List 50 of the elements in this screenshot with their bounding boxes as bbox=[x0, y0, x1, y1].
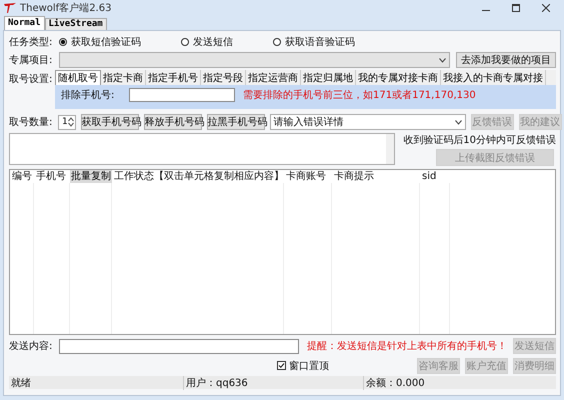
tab[interactable]: Normal bbox=[4, 16, 45, 30]
maximize-icon[interactable] bbox=[512, 4, 520, 12]
field-label: 任务类型: bbox=[9, 36, 53, 49]
tab[interactable]: 我的专属对接卡商 bbox=[356, 70, 441, 85]
column-header: 手机号 bbox=[35, 170, 67, 183]
action-button[interactable]: 拉黑手机号码 bbox=[206, 114, 265, 130]
tab[interactable]: 我接入的卡商专属对接 bbox=[441, 70, 546, 85]
note-text: 收到验证码后10分钟内可反馈错误 bbox=[403, 134, 556, 147]
hint-text: 需要排除的手机号前三位，如171或者171,170,130 bbox=[243, 88, 476, 102]
field-label: 取号设置: bbox=[9, 72, 53, 86]
tab[interactable]: LiveStream bbox=[44, 18, 107, 30]
spinner-arrows-icon bbox=[68, 117, 74, 127]
caret-icon bbox=[454, 120, 462, 124]
wolf-logo-icon bbox=[4, 3, 16, 13]
action-button[interactable]: 获取手机号码 bbox=[80, 114, 139, 130]
window-title: Thewolf客户端2.63 bbox=[20, 2, 112, 15]
radio-option[interactable]: 获取短信验证码 bbox=[59, 35, 141, 49]
status-text: 用户：qq636 bbox=[184, 376, 364, 390]
field-label: 排除手机号: bbox=[61, 88, 116, 102]
radio-option[interactable]: 发送短信 bbox=[181, 35, 233, 49]
copy-all-button[interactable]: 批量复制 bbox=[70, 170, 112, 183]
checkbox-icon[interactable] bbox=[277, 361, 286, 370]
radio-option[interactable]: 获取语音验证码 bbox=[273, 35, 355, 49]
quantity-spinner[interactable]: 1 bbox=[58, 114, 76, 130]
field-label: 取号数量: bbox=[9, 116, 53, 129]
close-icon[interactable] bbox=[542, 4, 550, 12]
tab[interactable]: 指定号段 bbox=[201, 70, 246, 85]
warning-text: 提醒：发送短信是针对上表中所有的手机号！ bbox=[307, 340, 507, 353]
action-button[interactable]: 释放手机号码 bbox=[144, 114, 202, 130]
error-dropdown[interactable]: 请输入错误详情 bbox=[270, 114, 466, 130]
field-label: 专属项目: bbox=[9, 54, 53, 67]
tab[interactable]: 指定卡商 bbox=[101, 70, 146, 85]
topmost-checkbox[interactable]: 窗口置顶 bbox=[277, 358, 329, 372]
field-label: 发送内容: bbox=[9, 340, 53, 353]
log-textarea[interactable] bbox=[9, 133, 395, 165]
tab[interactable]: 指定手机号 bbox=[146, 70, 201, 85]
tab[interactable]: 指定归属地 bbox=[301, 70, 356, 85]
column-header: 卡商账号 bbox=[285, 170, 327, 183]
status-text: 就绪 bbox=[9, 376, 184, 390]
scrollbar[interactable] bbox=[386, 134, 394, 164]
status-text: 余额：0.000 bbox=[365, 376, 425, 390]
caret-icon bbox=[439, 58, 446, 62]
column-header: sid bbox=[421, 170, 438, 183]
tab[interactable]: 指定运营商 bbox=[246, 70, 301, 85]
column-header: 工作状态【双击单元格复制相应内容】 bbox=[113, 170, 284, 183]
tab[interactable]: 随机取号 bbox=[55, 70, 101, 85]
exclude-input[interactable] bbox=[129, 88, 235, 102]
send-content-input[interactable] bbox=[59, 338, 299, 354]
column-header: 编号 bbox=[11, 170, 33, 183]
column-header: 卡商提示 bbox=[333, 170, 375, 183]
